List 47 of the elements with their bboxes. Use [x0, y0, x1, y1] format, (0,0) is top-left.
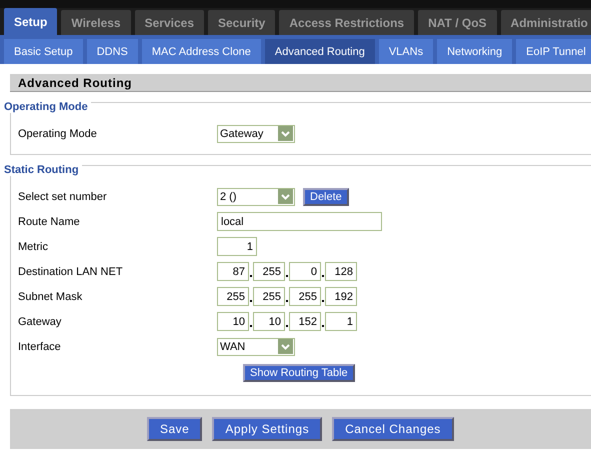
footer-button[interactable]: Save: [147, 417, 202, 441]
sub-tab[interactable]: Networking: [437, 39, 512, 64]
sub-tab[interactable]: DDNS: [86, 39, 138, 64]
field-label: Select set number: [17, 190, 108, 202]
nav-tab[interactable]: Access Restrictions: [279, 10, 414, 35]
field-label: Subnet Mask: [17, 290, 84, 302]
sub-tab[interactable]: EoIP Tunnel: [516, 39, 591, 64]
section-title: Static Routing: [4, 164, 82, 176]
input-field[interactable]: local: [217, 212, 382, 231]
nav-tab[interactable]: Security: [208, 10, 276, 35]
sub-tab[interactable]: MAC Address Clone: [142, 39, 261, 64]
delete-button[interactable]: Delete: [303, 188, 349, 206]
field-label: Interface: [17, 340, 62, 352]
field-label: Operating Mode: [17, 128, 98, 140]
sub-tab[interactable]: Basic Setup: [4, 39, 83, 64]
field-label: Route Name: [17, 216, 81, 228]
show-table-button[interactable]: Show Routing Table: [243, 364, 355, 382]
input-field[interactable]: 128: [325, 262, 357, 281]
page-title: Advanced Routing: [10, 74, 591, 92]
nav-tab[interactable]: Services: [134, 10, 204, 35]
dropdown-field[interactable]: 2 (): [217, 188, 295, 206]
input-field[interactable]: 152: [289, 312, 321, 331]
nav-tab[interactable]: Wireless: [61, 10, 131, 35]
nav-tab[interactable]: Setup: [4, 8, 58, 35]
sub-tab[interactable]: Advanced Routing: [264, 39, 375, 64]
input-field[interactable]: 0: [289, 262, 321, 281]
footer-button[interactable]: Cancel Changes: [332, 417, 454, 441]
input-field[interactable]: 10: [253, 312, 285, 331]
input-field[interactable]: 255: [289, 287, 321, 306]
input-field[interactable]: 255: [217, 287, 249, 306]
dropdown-field[interactable]: WAN: [217, 338, 295, 356]
footer-button[interactable]: Apply Settings: [212, 417, 322, 441]
input-field[interactable]: 255: [253, 262, 285, 281]
input-field[interactable]: 255: [253, 287, 285, 306]
field-label: Metric: [17, 240, 49, 252]
sub-tab[interactable]: VLANs: [378, 39, 434, 64]
input-field[interactable]: 87: [217, 262, 249, 281]
dropdown-field[interactable]: Gateway: [217, 124, 295, 142]
field-label: Gateway: [17, 316, 62, 328]
input-field[interactable]: 1: [325, 312, 357, 331]
input-field[interactable]: 10: [217, 312, 249, 331]
field-label: Destination LAN NET: [17, 266, 124, 278]
section-title: Operating Mode: [4, 101, 91, 113]
nav-tab[interactable]: Administratio: [500, 10, 591, 35]
input-field[interactable]: 1: [217, 237, 257, 256]
nav-tab[interactable]: NAT / QoS: [418, 10, 497, 35]
input-field[interactable]: 192: [325, 287, 357, 306]
